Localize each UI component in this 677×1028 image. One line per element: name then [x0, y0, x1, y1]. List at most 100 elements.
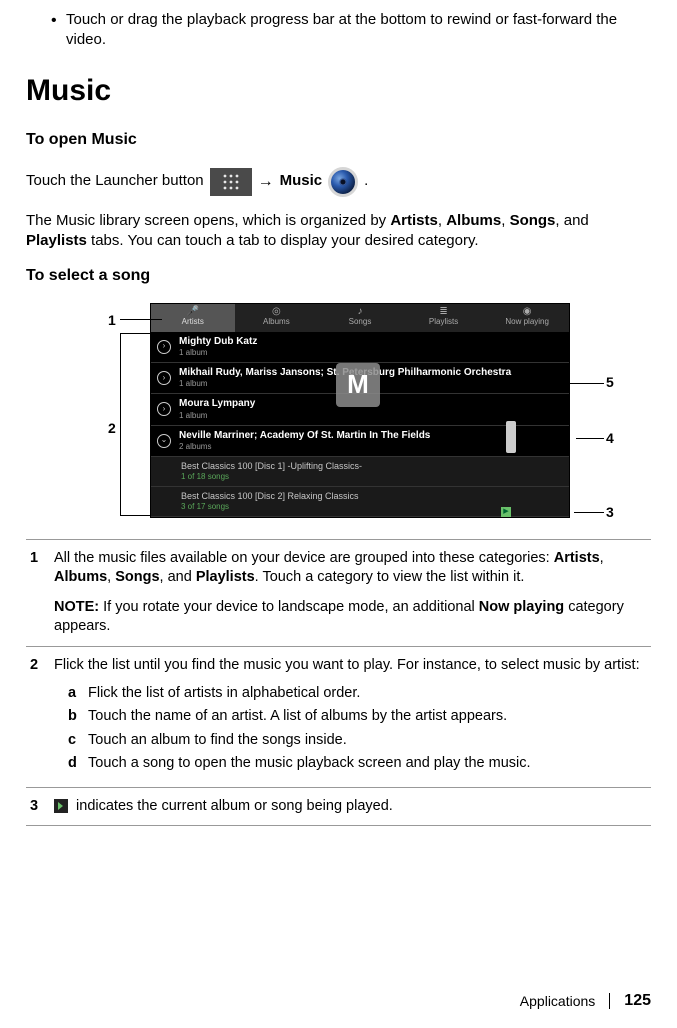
tab-albums-label: Albums [263, 317, 290, 328]
note-label: NOTE: [54, 599, 99, 615]
heading-select-song: To select a song [26, 265, 651, 287]
callout-2: 2 [108, 419, 116, 438]
sub-letter: c [68, 731, 82, 751]
artist-meta: 1 album [179, 411, 563, 422]
library-para: The Music library screen opens, which is… [26, 211, 651, 252]
legend-bold: Playlists [196, 569, 255, 585]
legend-cell: All the music files available on your de… [54, 539, 651, 646]
sub-text: Touch the name of an artist. A list of a… [88, 707, 507, 727]
table-row: 3 indicates the current album or song be… [26, 787, 651, 826]
legend-bold: Songs [115, 569, 159, 585]
lib-c1: , [438, 212, 446, 229]
lib-a: The Music library screen opens, which is… [26, 212, 390, 229]
callout-line [120, 515, 150, 516]
lib-b4: Playlists [26, 232, 87, 249]
tab-artists-label: Artists [182, 317, 204, 328]
bullet-dot: • [26, 10, 66, 51]
intro-bullet: • Touch or drag the playback progress ba… [26, 10, 651, 51]
tab-bar: 🎤Artists ◎Albums ♪Songs ≣Playlists ◉Now … [151, 304, 569, 332]
artist-name: Mighty Dub Katz [179, 335, 563, 349]
legend-bold: Albums [54, 569, 107, 585]
chevron-right-icon: › [157, 340, 171, 354]
footer-section: Applications [520, 992, 596, 1011]
scrollbar-thumb[interactable] [506, 421, 516, 453]
lib-b3: Songs [510, 212, 556, 229]
table-row: 2 Flick the list until you find the musi… [26, 646, 651, 787]
legend-text: , and [160, 569, 196, 585]
speaker-icon: ◉ [523, 307, 532, 317]
list-item[interactable]: › Mighty Dub Katz1 album [151, 332, 569, 363]
launcher-pre: Touch the Launcher button [26, 171, 204, 191]
launcher-music-label: Music [280, 171, 323, 191]
play-indicator-icon [54, 799, 68, 813]
sub-item: cTouch an album to find the songs inside… [68, 731, 645, 751]
callout-line [382, 383, 604, 384]
sub-text: Flick the list of artists in alphabetica… [88, 684, 360, 704]
disc-icon: ◎ [272, 307, 281, 317]
album-name: Best Classics 100 [Disc 2] Relaxing Clas… [181, 490, 563, 502]
music-screenshot-figure: 🎤Artists ◎Albums ♪Songs ≣Playlists ◉Now … [26, 303, 651, 533]
tab-nowplaying-label: Now playing [505, 317, 549, 328]
note-text: If you rotate your device to landscape m… [99, 599, 479, 615]
legend-text: indicates the current album or song bein… [72, 798, 393, 814]
callout-line [120, 319, 162, 320]
heading-open-music: To open Music [26, 129, 651, 151]
sub-text: Touch a song to open the music playback … [88, 754, 531, 774]
callout-1: 1 [108, 311, 116, 330]
launcher-icon [210, 168, 252, 196]
tab-songs[interactable]: ♪Songs [318, 304, 402, 332]
note-icon: ♪ [357, 307, 362, 317]
legend-text: All the music files available on your de… [54, 550, 554, 566]
legend-cell: Flick the list until you find the music … [54, 646, 651, 787]
sub-item: d Touch a song to open the music playback… [68, 754, 645, 774]
fast-scroll-letter: M [336, 363, 380, 407]
lib-b1: Artists [390, 212, 438, 229]
now-playing-indicator-icon: ▶ [501, 507, 511, 517]
sub-item: a Flick the list of artists in alphabetic… [68, 684, 645, 704]
tab-playlists[interactable]: ≣Playlists [402, 304, 486, 332]
legend-bold: Artists [554, 550, 600, 566]
sub-list: a Flick the list of artists in alphabetic… [54, 684, 645, 774]
sub-letter: d [68, 754, 82, 774]
chevron-down-icon: ⌄ [157, 434, 171, 448]
callout-line [120, 333, 150, 334]
launcher-instruction: Touch the Launcher button → Music . [26, 167, 651, 197]
legend-table: 1 All the music files available on your … [26, 539, 651, 827]
page-number: 125 [624, 990, 651, 1012]
legend-text: Flick the list until you find the music … [54, 657, 640, 673]
mic-icon: 🎤 [187, 307, 199, 317]
tab-nowplaying[interactable]: ◉Now playing [485, 304, 569, 332]
tab-albums[interactable]: ◎Albums [235, 304, 319, 332]
legend-cell: indicates the current album or song bein… [54, 787, 651, 826]
arrow-icon: → [258, 171, 274, 193]
callout-line [576, 438, 604, 439]
intro-bullet-text: Touch or drag the playback progress bar … [66, 10, 651, 51]
note-bold: Now playing [479, 599, 564, 615]
chevron-right-icon: › [157, 371, 171, 385]
sub-letter: b [68, 707, 82, 727]
sub-item: b Touch the name of an artist. A list of … [68, 707, 645, 727]
callout-line [120, 333, 121, 515]
tab-playlists-label: Playlists [429, 317, 458, 328]
legend-text: , [600, 550, 604, 566]
music-app-icon [328, 167, 358, 197]
callout-5: 5 [606, 373, 614, 392]
callout-3: 3 [606, 503, 614, 522]
lib-c3: , and [555, 212, 588, 229]
list-icon: ≣ [439, 307, 447, 317]
tab-songs-label: Songs [349, 317, 372, 328]
chevron-right-icon: › [157, 402, 171, 416]
legend-num: 1 [26, 539, 54, 646]
tab-artists[interactable]: 🎤Artists [151, 304, 235, 332]
callout-line [574, 512, 604, 513]
callout-4: 4 [606, 429, 614, 448]
legend-note: NOTE: If you rotate your device to lands… [54, 598, 645, 637]
lib-b2: Albums [446, 212, 501, 229]
heading-music: Music [26, 71, 651, 112]
lib-d: tabs. You can touch a tab to display you… [87, 232, 479, 249]
artist-meta: 1 album [179, 348, 563, 359]
sub-letter: a [68, 684, 82, 704]
album-meta: 1 of 18 songs [181, 472, 563, 483]
legend-num: 2 [26, 646, 54, 787]
album-subitem[interactable]: Best Classics 100 [Disc 1] -Uplifting Cl… [151, 457, 569, 487]
